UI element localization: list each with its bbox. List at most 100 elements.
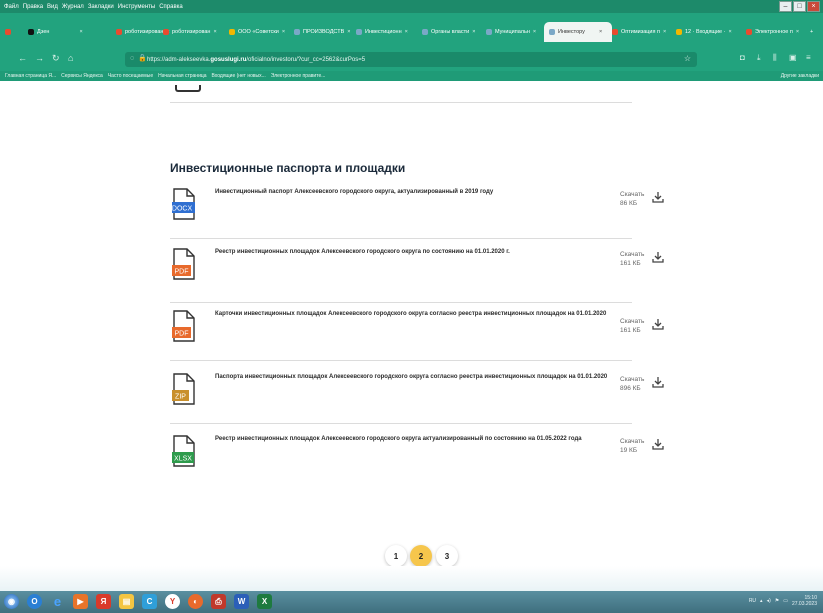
start-button-icon[interactable]: ◉ (4, 594, 19, 609)
close-tab-icon[interactable]: × (599, 29, 602, 35)
bookmark-item[interactable]: Часто посещаемые (108, 73, 153, 79)
document-title[interactable]: Карточки инвестиционных площадок Алексее… (215, 310, 615, 319)
tab-robot-2[interactable]: роботизирован × (163, 24, 223, 40)
internet-explorer-icon[interactable]: e (50, 594, 65, 609)
bookmark-item[interactable]: Электронное правите... (271, 73, 326, 79)
close-tab-icon[interactable]: × (282, 29, 285, 35)
file-explorer-icon[interactable]: ▤ (119, 594, 134, 609)
address-bar[interactable]: ◌ 🔒 https://adm-alekseevka.gosuslugi.ru/… (125, 52, 697, 67)
menu-help[interactable]: Справка (159, 4, 183, 10)
menu-history[interactable]: Журнал (62, 4, 84, 10)
firefox-icon[interactable]: ◐ (188, 594, 203, 609)
tab-ooo-sovetsky[interactable]: ООО «Советски × (229, 24, 289, 40)
document-title[interactable]: Инвестиционный паспорт Алексеевского гор… (215, 188, 615, 197)
menu-edit[interactable]: Правка (23, 4, 43, 10)
bookmark-item[interactable]: Входящие (нет новых... (212, 73, 266, 79)
tab-organy-vlasti[interactable]: Органы власти × (422, 24, 480, 40)
document-title[interactable]: Реестр инвестиционных площадок Алексеевс… (215, 435, 615, 444)
file-size: 86 КБ (620, 200, 638, 207)
bookmark-item[interactable]: Главная страница Я... (5, 73, 56, 79)
download-icon[interactable] (652, 251, 664, 263)
tab-investicionn[interactable]: Инвестиционн × (356, 24, 416, 40)
close-tab-icon[interactable]: × (663, 29, 666, 35)
page-3-button[interactable]: 3 (436, 545, 458, 567)
new-tab-button[interactable]: + (810, 24, 813, 40)
pocket-icon[interactable]: ◘ (740, 53, 745, 62)
close-tab-icon[interactable]: × (347, 29, 350, 35)
divider (170, 423, 632, 424)
document-title[interactable]: Паспорта инвестиционных площадок Алексее… (215, 373, 615, 382)
page-1-button[interactable]: 1 (385, 545, 407, 567)
pdf-file-icon: PDF (172, 310, 195, 342)
battery-icon[interactable]: ▭ (783, 598, 788, 604)
download-link[interactable]: Скачать 86 КБ (620, 190, 644, 208)
tab-municipal[interactable]: Муниципальн × (486, 24, 542, 40)
volume-icon[interactable]: ◂) (767, 598, 771, 604)
tab-mail[interactable]: 12 · Входящие · × (676, 24, 742, 40)
pdf-reader-icon[interactable]: ⎙ (211, 594, 226, 609)
tab-elektronnoe[interactable]: Электронное п × (746, 24, 808, 40)
menu-file[interactable]: Файл (4, 4, 19, 10)
close-tab-icon[interactable]: × (472, 29, 475, 35)
download-icon[interactable] (652, 318, 664, 330)
back-arrow-icon[interactable]: ← (18, 53, 27, 63)
document-title[interactable]: Реестр инвестиционных площадок Алексеевс… (215, 248, 615, 257)
tab-investoru[interactable]: Инвестору × (544, 22, 612, 42)
yandex-icon[interactable]: Я (96, 594, 111, 609)
navigation-bar: ← → ↻ ⌂ ◌ 🔒 https://adm-alekseevka.gosus… (0, 49, 823, 71)
page-2-button[interactable]: 2 (410, 545, 432, 567)
other-bookmarks[interactable]: Другие закладки (781, 73, 819, 79)
close-tab-icon[interactable]: × (79, 29, 82, 35)
bookmark-item[interactable]: Начальная страница (158, 73, 206, 79)
download-icon[interactable] (652, 376, 664, 388)
close-tab-icon[interactable]: × (213, 29, 216, 35)
tab-dzen[interactable]: Дзен × (28, 24, 104, 40)
download-link[interactable]: Скачать 19 КБ (620, 437, 644, 455)
menu-bookmarks[interactable]: Закладки (88, 4, 114, 10)
menu-view[interactable]: Вид (47, 4, 58, 10)
home-icon[interactable]: ⌂ (68, 53, 73, 63)
divider (170, 102, 632, 103)
download-icon[interactable] (652, 438, 664, 450)
extension-icon[interactable]: ▣ (789, 53, 797, 62)
download-icon[interactable] (652, 191, 664, 203)
yandex-browser-icon[interactable]: Y (165, 594, 180, 609)
favicon-icon (746, 29, 752, 35)
tab-proizvodstvo[interactable]: ПРОИЗВОДСТВ × (294, 24, 352, 40)
word-icon[interactable]: W (234, 594, 249, 609)
ccleaner-icon[interactable]: C (142, 594, 157, 609)
minimize-button[interactable]: – (779, 1, 792, 12)
excel-icon[interactable]: X (257, 594, 272, 609)
file-size: 161 КБ (620, 260, 641, 267)
network-icon[interactable]: ▴ (760, 598, 763, 604)
forward-arrow-icon[interactable]: → (35, 53, 44, 63)
docx-file-icon: DOCX (172, 188, 195, 220)
tab-optimizacia[interactable]: Оптимизация п × (612, 24, 672, 40)
language-indicator[interactable]: RU (749, 598, 756, 604)
media-player-icon[interactable]: ▶ (73, 594, 88, 609)
tab-menu-button[interactable] (5, 24, 14, 40)
menu-tools[interactable]: Инструменты (118, 4, 155, 10)
document-item: ZIP Паспорта инвестиционных площадок Але… (170, 373, 664, 429)
download-link[interactable]: Скачать 161 КБ (620, 317, 644, 335)
clock[interactable]: 15:10 27.03.2023 (792, 595, 817, 607)
shield-icon[interactable]: ◌ (130, 55, 134, 62)
close-tab-icon[interactable]: × (405, 29, 408, 35)
maximize-button[interactable]: □ (793, 1, 806, 12)
menu-icon[interactable]: ≡ (806, 53, 811, 62)
download-link[interactable]: Скачать 896 КБ (620, 375, 644, 393)
download-link[interactable]: Скачать 161 КБ (620, 250, 644, 268)
bookmark-item[interactable]: Сервисы Яндекса (61, 73, 103, 79)
close-tab-icon[interactable]: × (728, 29, 731, 35)
opera-icon[interactable]: O (27, 594, 42, 609)
lock-icon[interactable]: 🔒 (138, 54, 147, 62)
close-tab-icon[interactable]: × (533, 29, 536, 35)
close-tab-icon[interactable]: × (796, 29, 799, 35)
reload-icon[interactable]: ↻ (52, 53, 60, 64)
flag-icon[interactable]: ⚑ (775, 598, 779, 604)
library-icon[interactable]: ⫼ (773, 53, 777, 63)
favicon-icon (294, 29, 300, 35)
close-button[interactable]: × (807, 1, 820, 12)
bookmark-star-icon[interactable]: ☆ (684, 54, 691, 63)
download-icon[interactable]: ⤓ (757, 53, 761, 63)
